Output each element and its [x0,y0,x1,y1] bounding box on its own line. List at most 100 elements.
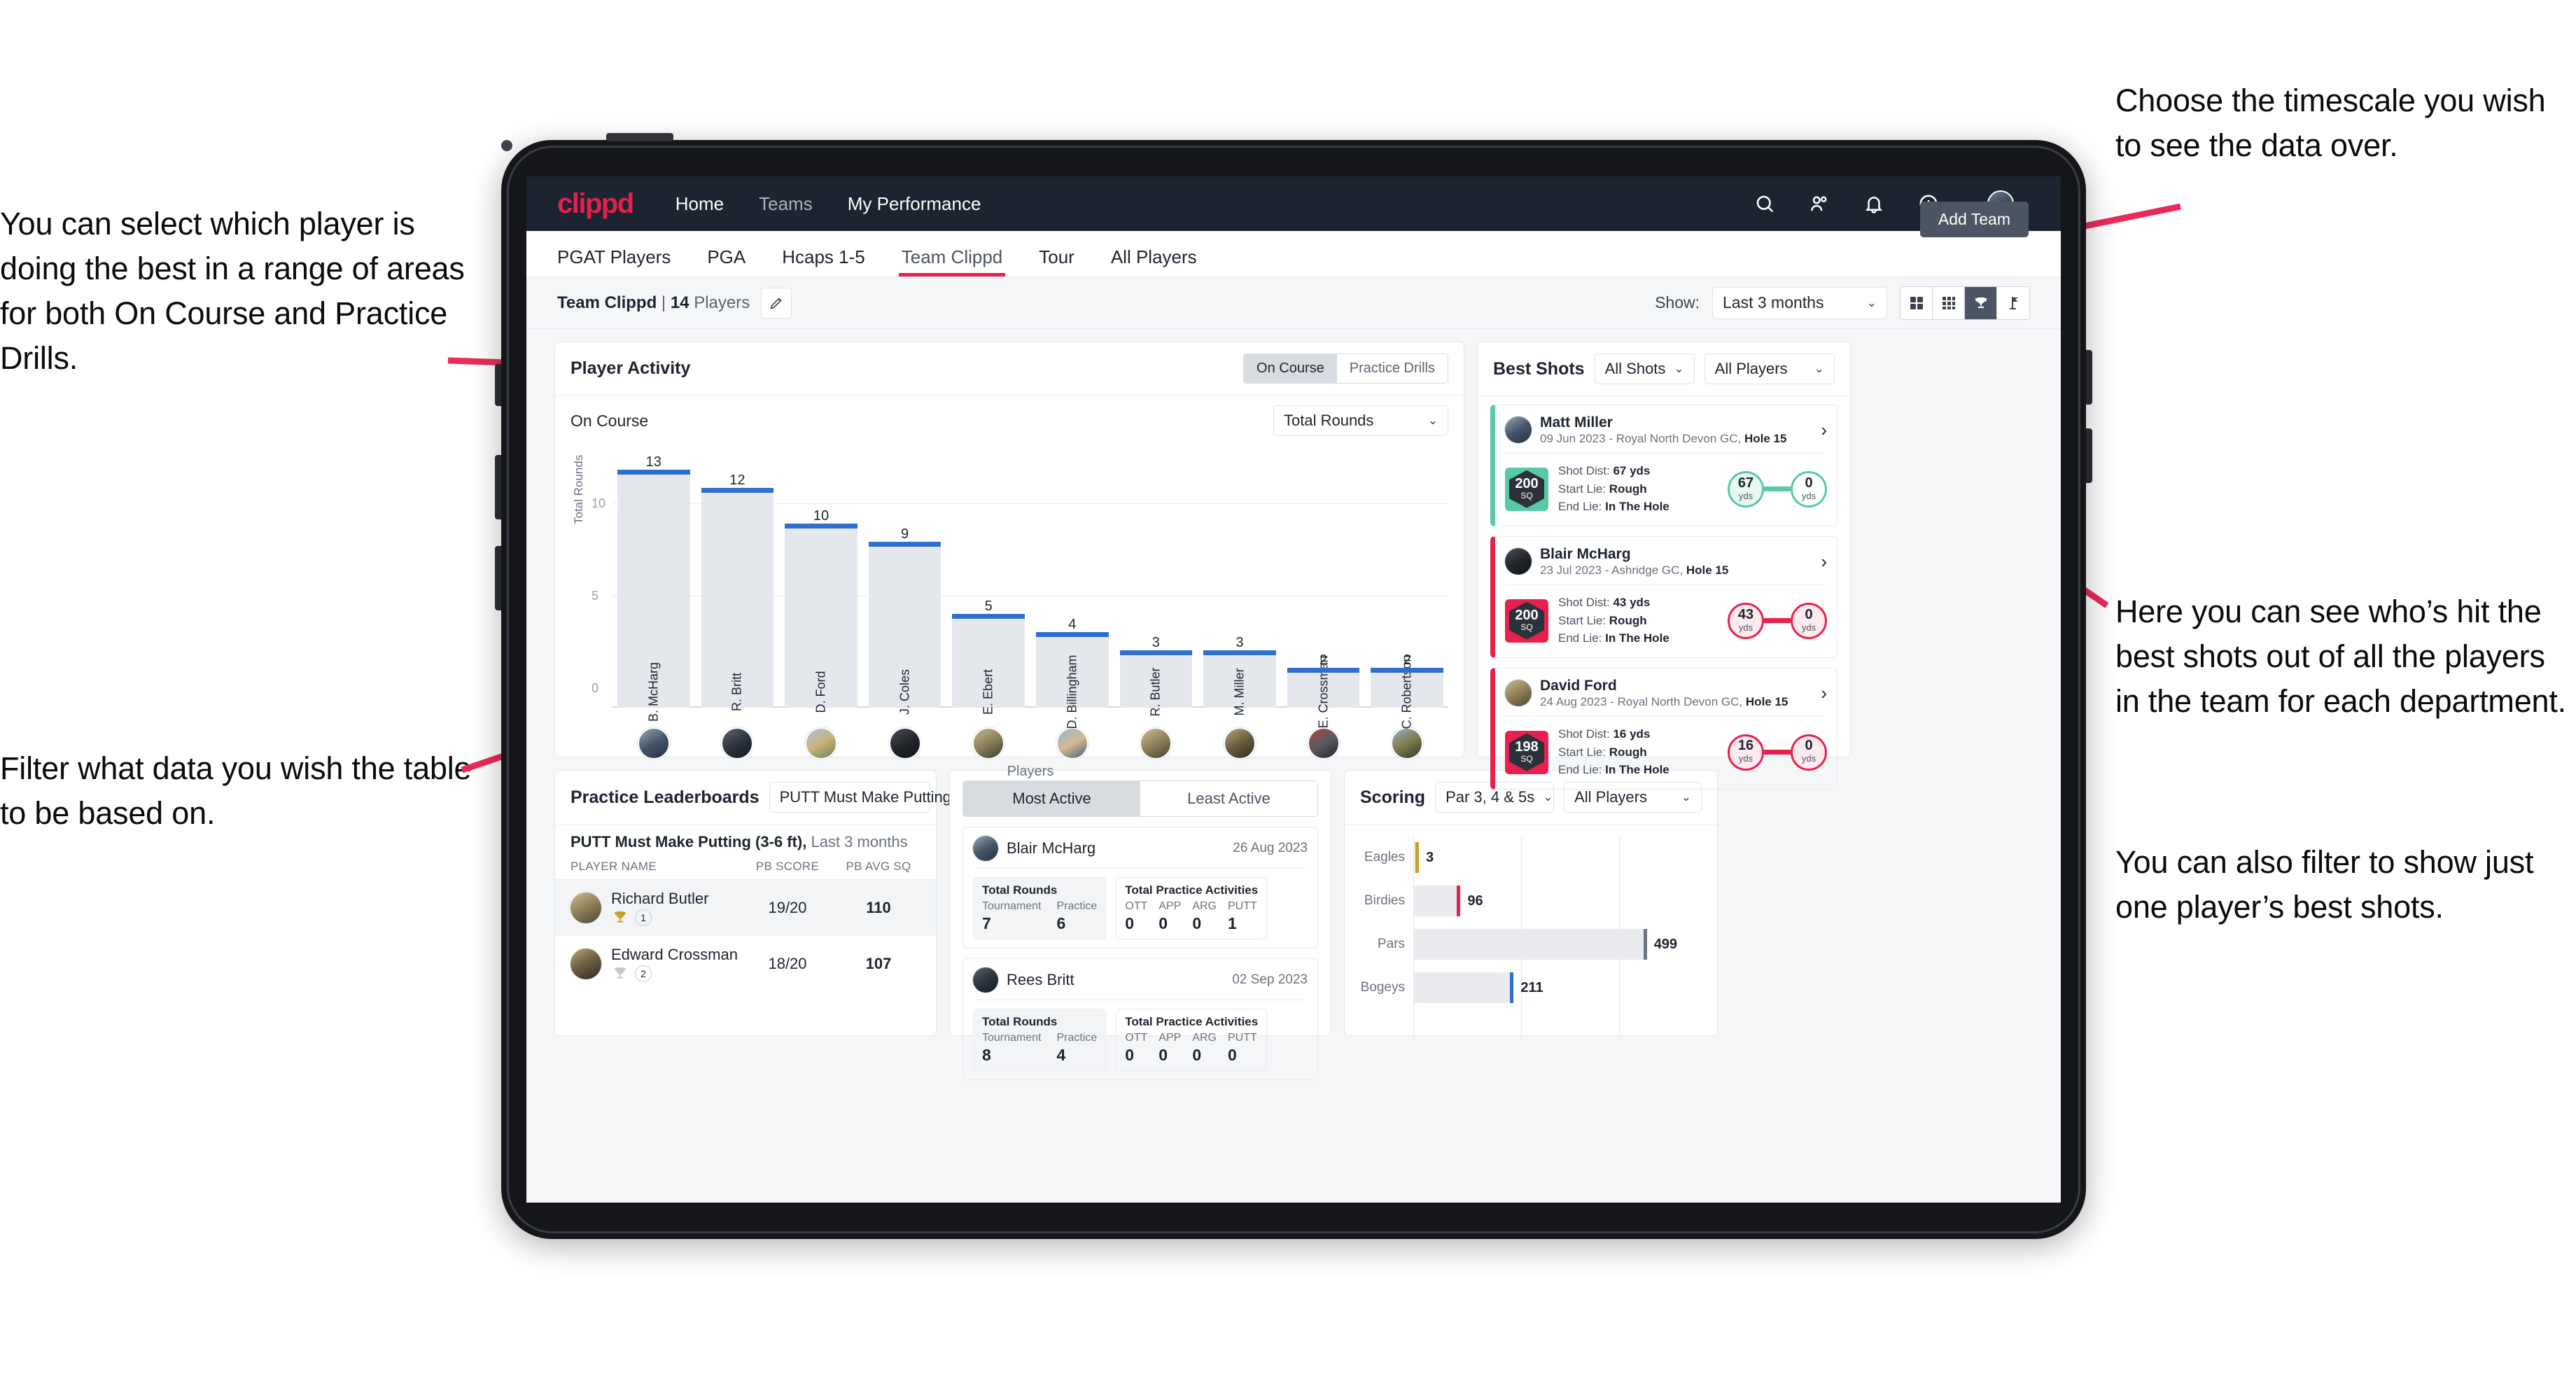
front-camera [501,140,512,151]
shot-distance-diagram: 43 yds 0 yds [1728,602,1827,639]
tab-tour[interactable]: Tour [1039,246,1074,276]
scoring-row[interactable]: Eagles 3 [1360,836,1702,879]
clippd-logo[interactable]: clippd [557,188,634,220]
right-button-lower[interactable] [2086,428,2092,483]
avatar[interactable] [1505,548,1532,575]
bar-column[interactable]: 2 E. Crossman [1282,453,1365,729]
avatar[interactable] [804,727,837,760]
nav-link-home[interactable]: Home [676,193,724,215]
nav-link-teams[interactable]: Teams [759,193,813,215]
avatar[interactable] [1307,727,1340,760]
avatar[interactable] [1391,727,1424,760]
avatar[interactable] [570,892,601,923]
activity-card-body: Total Rounds Tournament 8 Practice 4 Total Pr… [973,1000,1308,1071]
avatar[interactable] [1505,416,1532,444]
nav-link-my-performance[interactable]: My Performance [848,193,981,215]
bar[interactable]: D. Billingham [1036,631,1109,729]
y-tick-0: 0 [592,681,599,695]
drill-select[interactable]: PUTT Must Make Putting ... ⌄ [769,782,987,813]
bar-column[interactable]: 3 M. Miller [1198,453,1281,716]
activity-card: Most Active Least Active Blair McHarg 26 … [949,770,1331,1080]
bar[interactable]: C. Robertson [1371,654,1444,729]
bar[interactable]: M. Miller [1203,650,1277,716]
chevron-right-icon[interactable]: › [1821,551,1827,573]
add-team-button[interactable]: Add Team [1919,202,2029,237]
bell-icon[interactable] [1862,192,1886,216]
flag-icon[interactable] [1997,286,2029,319]
grid-large-icon[interactable] [1900,286,1933,319]
players-word: Players [694,293,750,312]
tab-most-active[interactable]: Most Active [963,781,1140,816]
leaderboard-rows: Richard Butler 1 19/20 110 Edward Crossman 2 1… [555,880,936,992]
bar-value: 4 [1068,616,1077,632]
chevron-right-icon[interactable]: › [1821,682,1827,704]
timescale-select[interactable]: Last 3 months ⌄ [1712,286,1887,319]
activity-player-card[interactable]: Rees Britt 02 Sep 2023 Total Rounds Tournam… [962,958,1318,1080]
search-icon[interactable] [1753,192,1777,216]
table-row[interactable]: Richard Butler 1 19/20 110 [555,880,936,936]
avatar[interactable] [888,727,921,760]
tab-least-active[interactable]: Least Active [1140,781,1317,816]
sq-unit: SQ [1520,490,1533,500]
scoring-bar[interactable] [1413,972,1514,1003]
start-lie-label: Start Lie: [1558,613,1606,627]
bar-column[interactable]: 3 R. Butler [1115,453,1198,717]
best-shot-card[interactable]: David Ford 24 Aug 2023 - Royal North Devo… [1490,667,1837,790]
avatar[interactable] [973,967,998,993]
bar-column[interactable]: 13 B. McHarg [612,453,695,722]
tab-pgat-players[interactable]: PGAT Players [557,246,671,276]
bar-column[interactable]: 5 E. Ebert [947,453,1030,715]
tab-pga[interactable]: PGA [707,246,746,276]
volume-down-button[interactable] [495,546,501,610]
player-filter-select[interactable]: All Players ⌄ [1704,354,1835,384]
bar-column[interactable]: 9 J. Coles [864,453,946,715]
scoring-bar[interactable] [1413,842,1419,873]
avatar[interactable] [1223,727,1256,760]
avatar[interactable] [721,727,754,760]
bar[interactable]: R. Britt [701,487,774,711]
activity-player-card[interactable]: Blair McHarg 26 Aug 2023 Total Rounds Tourn… [962,827,1318,948]
bar[interactable]: D. Ford [785,524,858,713]
tab-team-clippd[interactable]: Team Clippd [898,246,1005,276]
metric-select[interactable]: Total Rounds ⌄ [1273,405,1448,436]
bar-column[interactable]: 2 C. Robertson [1366,453,1448,729]
avatar[interactable] [1140,727,1172,760]
total-rounds-box: Total Rounds Tournament 7 Practice 6 [973,877,1107,939]
shot-type-select[interactable]: All Shots ⌄ [1594,354,1695,384]
bar[interactable]: B. McHarg [617,470,691,722]
bar-column[interactable]: 12 R. Britt [696,453,779,711]
avatar[interactable] [570,948,601,979]
power-button[interactable] [606,133,673,141]
people-icon[interactable] [1807,192,1831,216]
avatar[interactable] [973,836,998,861]
chevron-right-icon[interactable]: › [1821,419,1827,441]
avatar[interactable] [1505,680,1532,707]
stat-label: PUTT [1227,1032,1257,1044]
edit-team-button[interactable] [761,287,792,318]
tab-all-players[interactable]: All Players [1111,246,1197,276]
segment-practice-drills[interactable]: Practice Drills [1336,354,1448,383]
volume-up-button[interactable] [495,455,501,519]
grid-small-icon[interactable] [1933,286,1965,319]
scoring-bar[interactable] [1413,929,1647,960]
segment-on-course[interactable]: On Course [1244,354,1337,383]
bar-column[interactable]: 4 D. Billingham [1031,453,1114,729]
scoring-bar[interactable] [1413,886,1461,916]
scoring-row[interactable]: Pars 499 [1360,923,1702,966]
scoring-row[interactable]: Birdies 96 [1360,879,1702,923]
avatar[interactable] [1056,727,1088,760]
scoring-row[interactable]: Bogeys 211 [1360,966,1702,1009]
bar[interactable]: J. Coles [868,542,941,715]
bar[interactable]: E. Crossman [1287,655,1360,729]
best-shot-card[interactable]: Matt Miller 09 Jun 2023 - Royal North Dev… [1490,405,1837,526]
bar-column[interactable]: 10 D. Ford [780,453,862,713]
bar[interactable]: R. Butler [1119,650,1193,717]
avatar[interactable] [637,727,670,760]
bar[interactable]: E. Ebert [952,614,1026,715]
table-row[interactable]: Edward Crossman 2 18/20 107 [555,936,936,992]
trophy-icon[interactable] [1965,286,1997,319]
tab-hcaps-1-5[interactable]: Hcaps 1-5 [782,246,865,276]
best-shot-card[interactable]: Blair McHarg 23 Jul 2023 - Ashridge GC, H… [1490,536,1837,658]
avatar[interactable] [972,727,1005,760]
right-button-upper[interactable] [2086,350,2092,405]
